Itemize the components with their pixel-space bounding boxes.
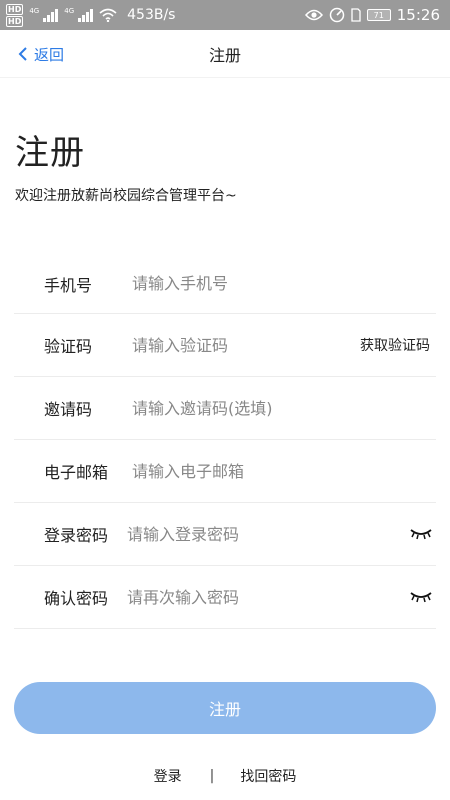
wifi-icon xyxy=(99,8,117,22)
back-button[interactable]: 返回 xyxy=(18,30,64,78)
page-title: 注册 xyxy=(208,45,241,65)
status-bar-left: HD HD 4G 4G 453B/s xyxy=(6,3,176,27)
verification-code-input[interactable] xyxy=(132,325,360,365)
email-input[interactable] xyxy=(132,451,436,491)
phone-input[interactable] xyxy=(132,263,436,304)
footer-links: 登录 | 找回密码 xyxy=(0,766,450,786)
signal-icon xyxy=(78,8,94,22)
sim-icon xyxy=(351,8,361,22)
get-code-button[interactable]: 获取验证码 xyxy=(360,335,436,355)
welcome-subtitle: 欢迎注册放薪尚校园综合管理平台~ xyxy=(15,188,237,204)
status-bar-right: 71 15:26 xyxy=(304,6,440,24)
hd-badge: HD xyxy=(6,15,24,27)
register-button[interactable]: 注册 xyxy=(14,682,436,734)
login-link[interactable]: 登录 xyxy=(154,766,182,786)
status-bar: HD HD 4G 4G 453B/s 71 15:26 xyxy=(0,0,450,30)
password-visibility-toggle[interactable] xyxy=(406,527,436,541)
phone-label: 手机号 xyxy=(44,275,93,295)
battery-level: 71 xyxy=(373,10,384,20)
eye-closed-icon xyxy=(410,592,432,603)
hd-indicators: HD HD xyxy=(6,3,24,27)
network-speed: 453B/s xyxy=(127,7,176,23)
verification-code-row: 验证码 获取验证码 xyxy=(14,314,436,377)
phone-row: 手机号 xyxy=(14,254,436,314)
password-row: 登录密码 xyxy=(14,503,436,566)
confirm-password-row: 确认密码 xyxy=(14,566,436,629)
eye-closed-icon xyxy=(410,529,432,540)
email-label: 电子邮箱 xyxy=(44,463,109,482)
email-row: 电子邮箱 xyxy=(14,440,436,503)
chevron-left-icon xyxy=(18,47,27,61)
confirm-password-visibility-toggle[interactable] xyxy=(406,590,436,604)
speedometer-icon xyxy=(329,7,345,23)
navigation-bar: 返回 注册 xyxy=(0,30,450,78)
back-label: 返回 xyxy=(34,45,65,64)
recover-password-link[interactable]: 找回密码 xyxy=(240,766,296,786)
confirm-password-label: 确认密码 xyxy=(44,589,109,608)
password-label: 登录密码 xyxy=(44,526,109,545)
confirm-password-input[interactable] xyxy=(127,577,406,617)
verification-code-label: 验证码 xyxy=(44,337,93,356)
status-time: 15:26 xyxy=(396,6,440,24)
network-type-label: 4G xyxy=(29,7,40,15)
register-form: 手机号 验证码 获取验证码 邀请码 电子邮箱 登录密码 确认密码 xyxy=(14,254,436,629)
invite-code-label: 邀请码 xyxy=(44,400,93,419)
battery-icon: 71 xyxy=(366,9,391,21)
eye-comfort-icon xyxy=(304,9,323,21)
hd-badge: HD xyxy=(6,3,24,15)
invite-code-row: 邀请码 xyxy=(14,377,436,440)
signal-icon xyxy=(43,8,59,22)
register-heading: 注册 xyxy=(15,133,85,173)
footer-separator: | xyxy=(209,768,215,784)
password-input[interactable] xyxy=(127,514,406,554)
network-type-label: 4G xyxy=(64,7,75,15)
invite-code-input[interactable] xyxy=(132,388,436,428)
